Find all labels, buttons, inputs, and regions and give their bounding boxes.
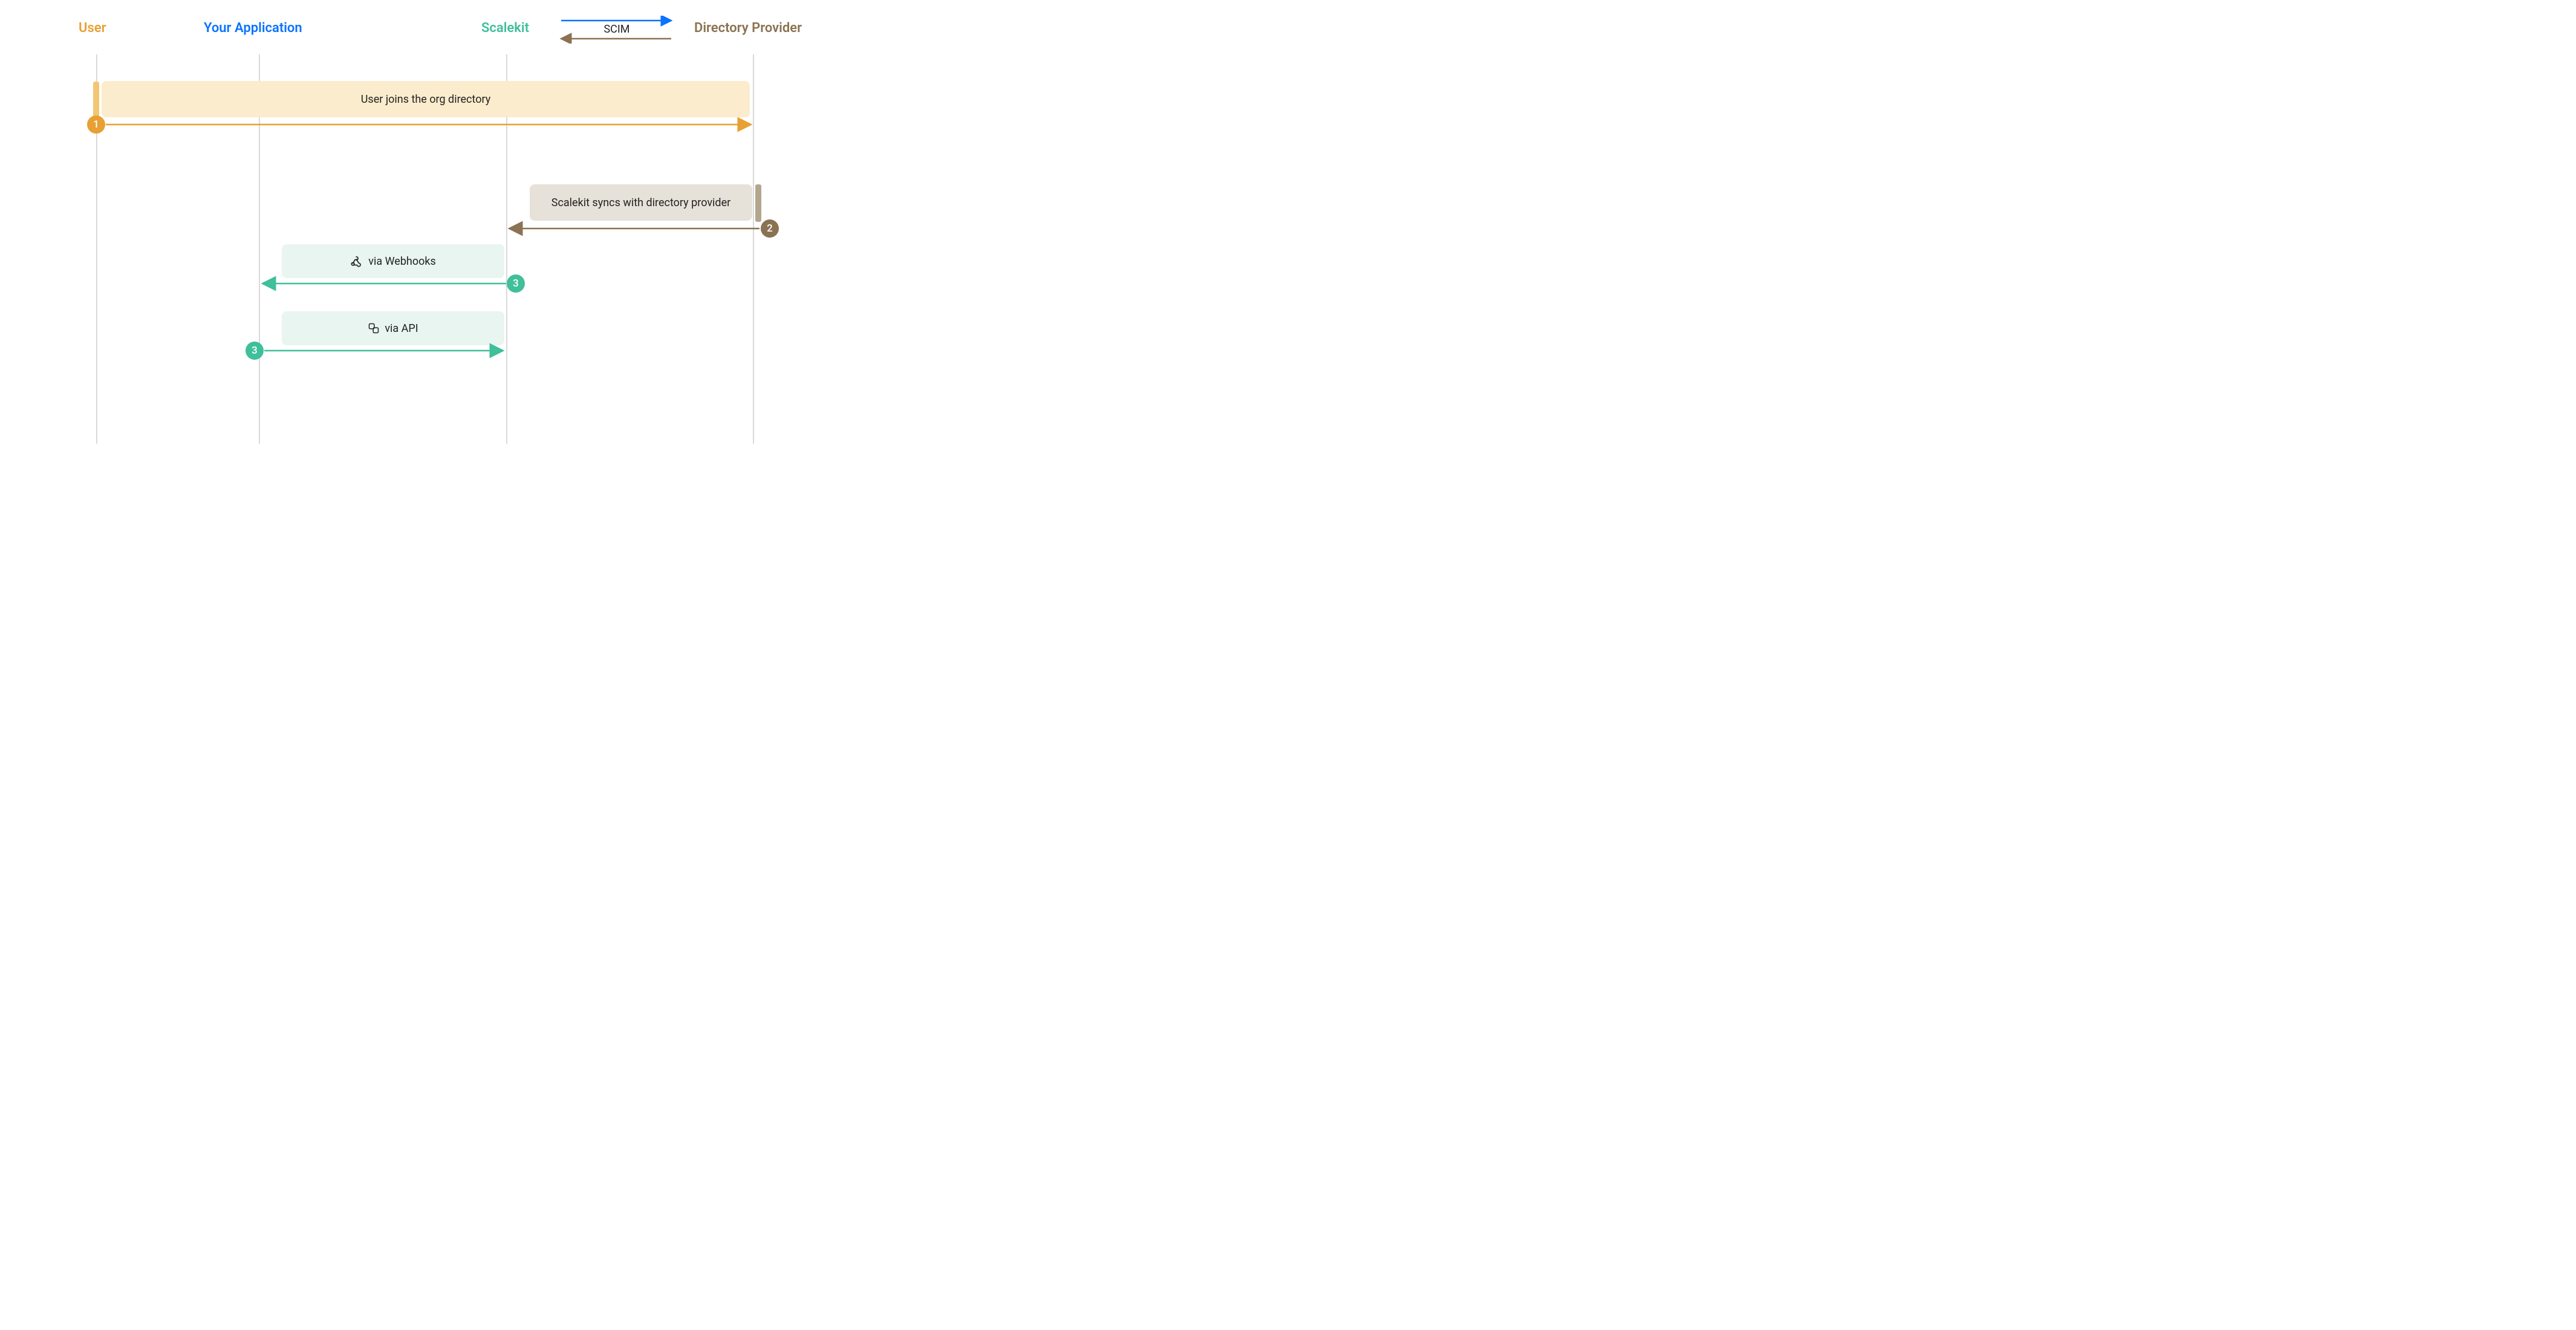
message-via-webhooks-text: via Webhooks bbox=[368, 255, 436, 268]
lifeline-dir bbox=[753, 54, 754, 444]
scim-sync-indicator: SCIM bbox=[556, 16, 677, 46]
lane-label-your-application: Your Application bbox=[204, 21, 302, 36]
lane-label-directory-provider: Directory Provider bbox=[694, 21, 802, 36]
step-number-1: 1 bbox=[87, 115, 105, 134]
step-number-3a: 3 bbox=[507, 274, 525, 293]
lane-label-user: User bbox=[79, 21, 106, 36]
step-number-3b: 3 bbox=[246, 342, 264, 360]
message-scalekit-syncs: Scalekit syncs with directory provider bbox=[530, 184, 752, 221]
scim-label: SCIM bbox=[556, 23, 677, 36]
message-via-api-text: via API bbox=[385, 322, 418, 335]
message-scalekit-syncs-text: Scalekit syncs with directory provider bbox=[551, 196, 730, 209]
webhook-icon bbox=[350, 255, 363, 268]
message-user-joins-text: User joins the org directory bbox=[361, 93, 490, 106]
sequence-diagram: User Your Application Scalekit Directory… bbox=[0, 0, 895, 462]
step-number-2: 2 bbox=[761, 219, 779, 238]
api-icon bbox=[368, 322, 380, 334]
activation-user bbox=[93, 82, 99, 118]
lane-label-scalekit: Scalekit bbox=[481, 21, 529, 36]
message-via-api: via API bbox=[282, 311, 504, 345]
activation-directory-provider bbox=[755, 184, 761, 222]
message-via-webhooks: via Webhooks bbox=[282, 244, 504, 278]
message-user-joins: User joins the org directory bbox=[102, 81, 750, 117]
